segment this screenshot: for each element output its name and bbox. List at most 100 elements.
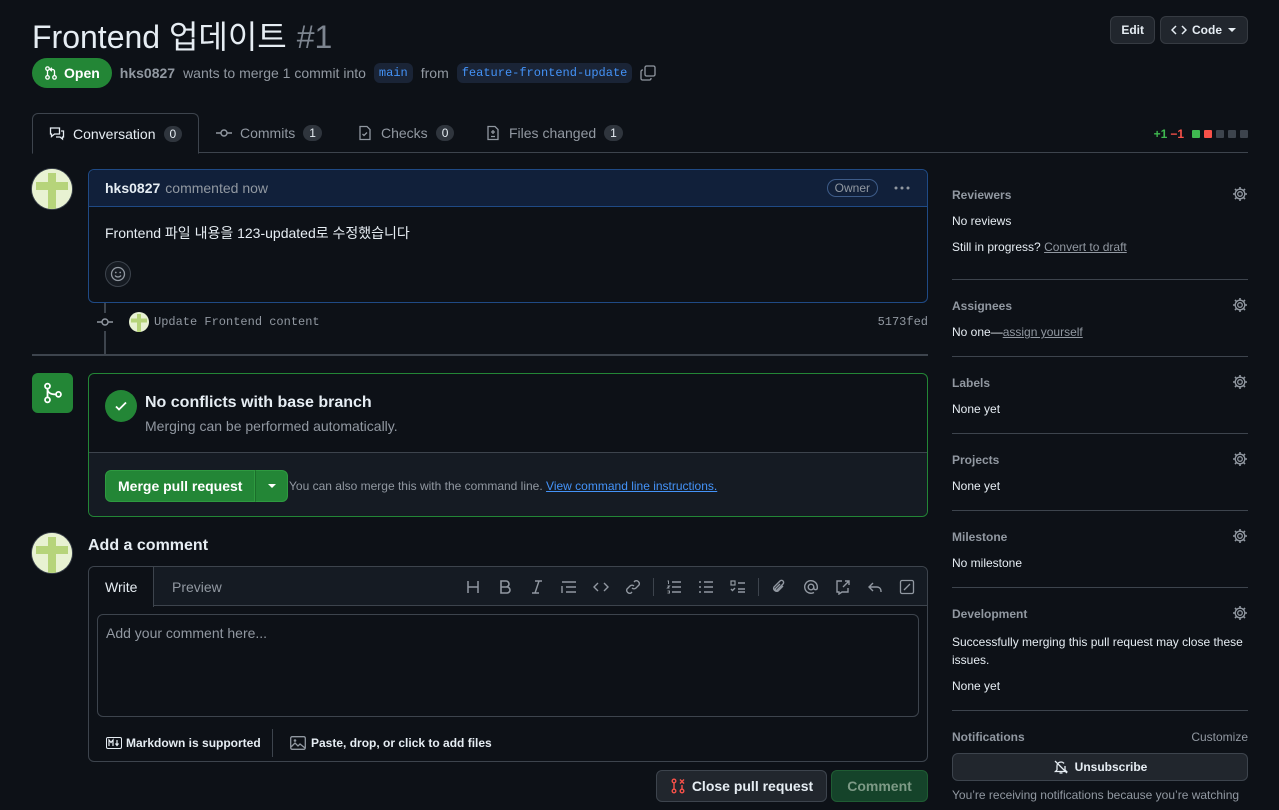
heading-icon[interactable] xyxy=(457,573,489,601)
code-button-label: Code xyxy=(1192,23,1222,37)
toolbar-divider xyxy=(653,578,654,596)
add-comment-title: Add a comment xyxy=(88,537,209,554)
caret-down-icon xyxy=(1227,25,1237,35)
markdown-icon xyxy=(106,737,122,749)
footer-divider xyxy=(272,729,273,757)
kebab-horizontal-icon[interactable] xyxy=(893,180,911,196)
comment-box: hks0827 commented now Owner Frontend 파일 … xyxy=(88,169,928,303)
attach-files-button[interactable]: Paste, drop, or click to add files xyxy=(290,736,492,750)
link-icon[interactable] xyxy=(617,573,649,601)
commit-sha[interactable]: 5173fed xyxy=(878,315,928,329)
commit-row: Update Frontend content 5173fed xyxy=(96,312,928,332)
tab-count: 0 xyxy=(435,125,455,141)
sidebar-development: Development Successfully merging this pu… xyxy=(952,588,1248,711)
gear-icon[interactable] xyxy=(1232,374,1248,390)
smiley-icon xyxy=(110,266,126,282)
sidebar-notifications: Notifications Customize xyxy=(952,730,1248,750)
tab-checks[interactable]: Checks 0 xyxy=(341,113,470,153)
diffstat-block xyxy=(1192,130,1200,138)
header-actions: Edit Code xyxy=(1110,16,1248,44)
unordered-list-icon[interactable] xyxy=(690,573,722,601)
sidebar-milestone: Milestone No milestone xyxy=(952,511,1248,588)
tab-count: 1 xyxy=(303,125,322,141)
comment-textarea[interactable] xyxy=(97,614,919,717)
comment-submit-button[interactable]: Comment xyxy=(831,770,928,802)
tab-write[interactable]: Write xyxy=(89,567,155,607)
draft-prompt: Still in progress? Convert to draft xyxy=(952,240,1127,254)
fullscreen-icon[interactable] xyxy=(891,573,923,601)
attach-files-label: Paste, drop, or click to add files xyxy=(311,736,492,750)
customize-notifications-link[interactable]: Customize xyxy=(1191,730,1248,744)
labels-value: None yet xyxy=(952,402,1001,416)
tab-label: Commits xyxy=(240,125,296,141)
avatar[interactable] xyxy=(32,533,72,573)
comment-discussion-icon xyxy=(49,126,65,142)
base-branch[interactable]: main xyxy=(373,63,413,83)
deletions: −1 xyxy=(1170,127,1184,141)
timeline-divider xyxy=(32,354,928,356)
command-line-instructions-link[interactable]: View command line instructions. xyxy=(546,479,717,493)
commit-avatar[interactable] xyxy=(129,312,149,332)
additions: +1 xyxy=(1153,127,1168,141)
sidebar-assignees: Assignees No one—assign yourself xyxy=(952,280,1248,357)
gear-icon[interactable] xyxy=(1232,186,1248,202)
assign-yourself-link[interactable]: assign yourself xyxy=(1003,325,1083,339)
sidebar-labels: Labels None yet xyxy=(952,357,1248,434)
gear-icon[interactable] xyxy=(1232,297,1248,313)
italic-icon[interactable] xyxy=(521,573,553,601)
merge-pull-request-button[interactable]: Merge pull request xyxy=(105,470,256,502)
merge-options-button[interactable] xyxy=(255,470,289,502)
head-branch[interactable]: feature-frontend-update xyxy=(456,63,633,83)
notifications-description: You’re receiving notifications because y… xyxy=(952,788,1240,802)
tasklist-icon[interactable] xyxy=(722,573,754,601)
gear-icon[interactable] xyxy=(1232,451,1248,467)
convert-to-draft-link[interactable]: Convert to draft xyxy=(1044,240,1127,254)
tab-commits[interactable]: Commits 1 xyxy=(200,113,338,153)
code-button[interactable]: Code xyxy=(1160,16,1248,44)
gear-icon[interactable] xyxy=(1232,528,1248,544)
bell-slash-icon xyxy=(1053,759,1069,775)
triangle-down-icon xyxy=(267,481,277,491)
reply-icon[interactable] xyxy=(859,573,891,601)
sidebar-heading: Projects xyxy=(952,453,1000,467)
ordered-list-icon[interactable] xyxy=(658,573,690,601)
tab-conversation[interactable]: Conversation 0 xyxy=(32,113,199,154)
markdown-label: Markdown is supported xyxy=(126,736,261,750)
development-description: Successfully merging this pull request m… xyxy=(952,635,1243,667)
paperclip-icon[interactable] xyxy=(763,573,795,601)
comment-body: Frontend 파일 내용을 123-updated로 수정했습니다 xyxy=(105,225,410,241)
comment-author[interactable]: hks0827 xyxy=(105,180,160,196)
diffstat-block xyxy=(1240,130,1248,138)
merge-text: wants to merge 1 commit into xyxy=(183,65,366,81)
commit-icon xyxy=(96,313,114,331)
bold-icon[interactable] xyxy=(489,573,521,601)
code-icon[interactable] xyxy=(585,573,617,601)
code-icon xyxy=(1171,22,1187,38)
close-pull-request-button[interactable]: Close pull request xyxy=(656,770,827,802)
add-reaction-button[interactable] xyxy=(105,261,131,287)
milestone-value: No milestone xyxy=(952,556,1023,570)
avatar[interactable] xyxy=(32,169,72,209)
edit-button[interactable]: Edit xyxy=(1110,16,1155,44)
pr-number: #1 xyxy=(296,19,333,55)
sidebar-heading: Development xyxy=(952,607,1028,621)
reviewers-value: No reviews xyxy=(952,214,1012,228)
copy-icon[interactable] xyxy=(640,65,657,81)
markdown-supported-link[interactable]: Markdown is supported xyxy=(106,736,261,750)
merge-footer: Merge pull request You can also merge th… xyxy=(89,452,927,516)
merge-status-title: No conflicts with base branch xyxy=(145,394,372,411)
gear-icon[interactable] xyxy=(1232,605,1248,621)
tab-label: Files changed xyxy=(509,125,597,141)
quote-icon[interactable] xyxy=(553,573,585,601)
tab-preview[interactable]: Preview xyxy=(156,567,238,606)
tab-label: Conversation xyxy=(73,125,156,142)
tab-files-changed[interactable]: Files changed 1 xyxy=(469,113,639,153)
unsubscribe-button[interactable]: Unsubscribe xyxy=(952,753,1248,781)
pr-author[interactable]: hks0827 xyxy=(120,65,175,81)
commit-message[interactable]: Update Frontend content xyxy=(154,315,320,329)
toolbar-divider xyxy=(758,578,759,596)
cross-reference-icon[interactable] xyxy=(827,573,859,601)
mention-icon[interactable] xyxy=(795,573,827,601)
git-merge-icon xyxy=(32,373,73,413)
merge-hint-text: You can also merge this with the command… xyxy=(289,479,543,493)
